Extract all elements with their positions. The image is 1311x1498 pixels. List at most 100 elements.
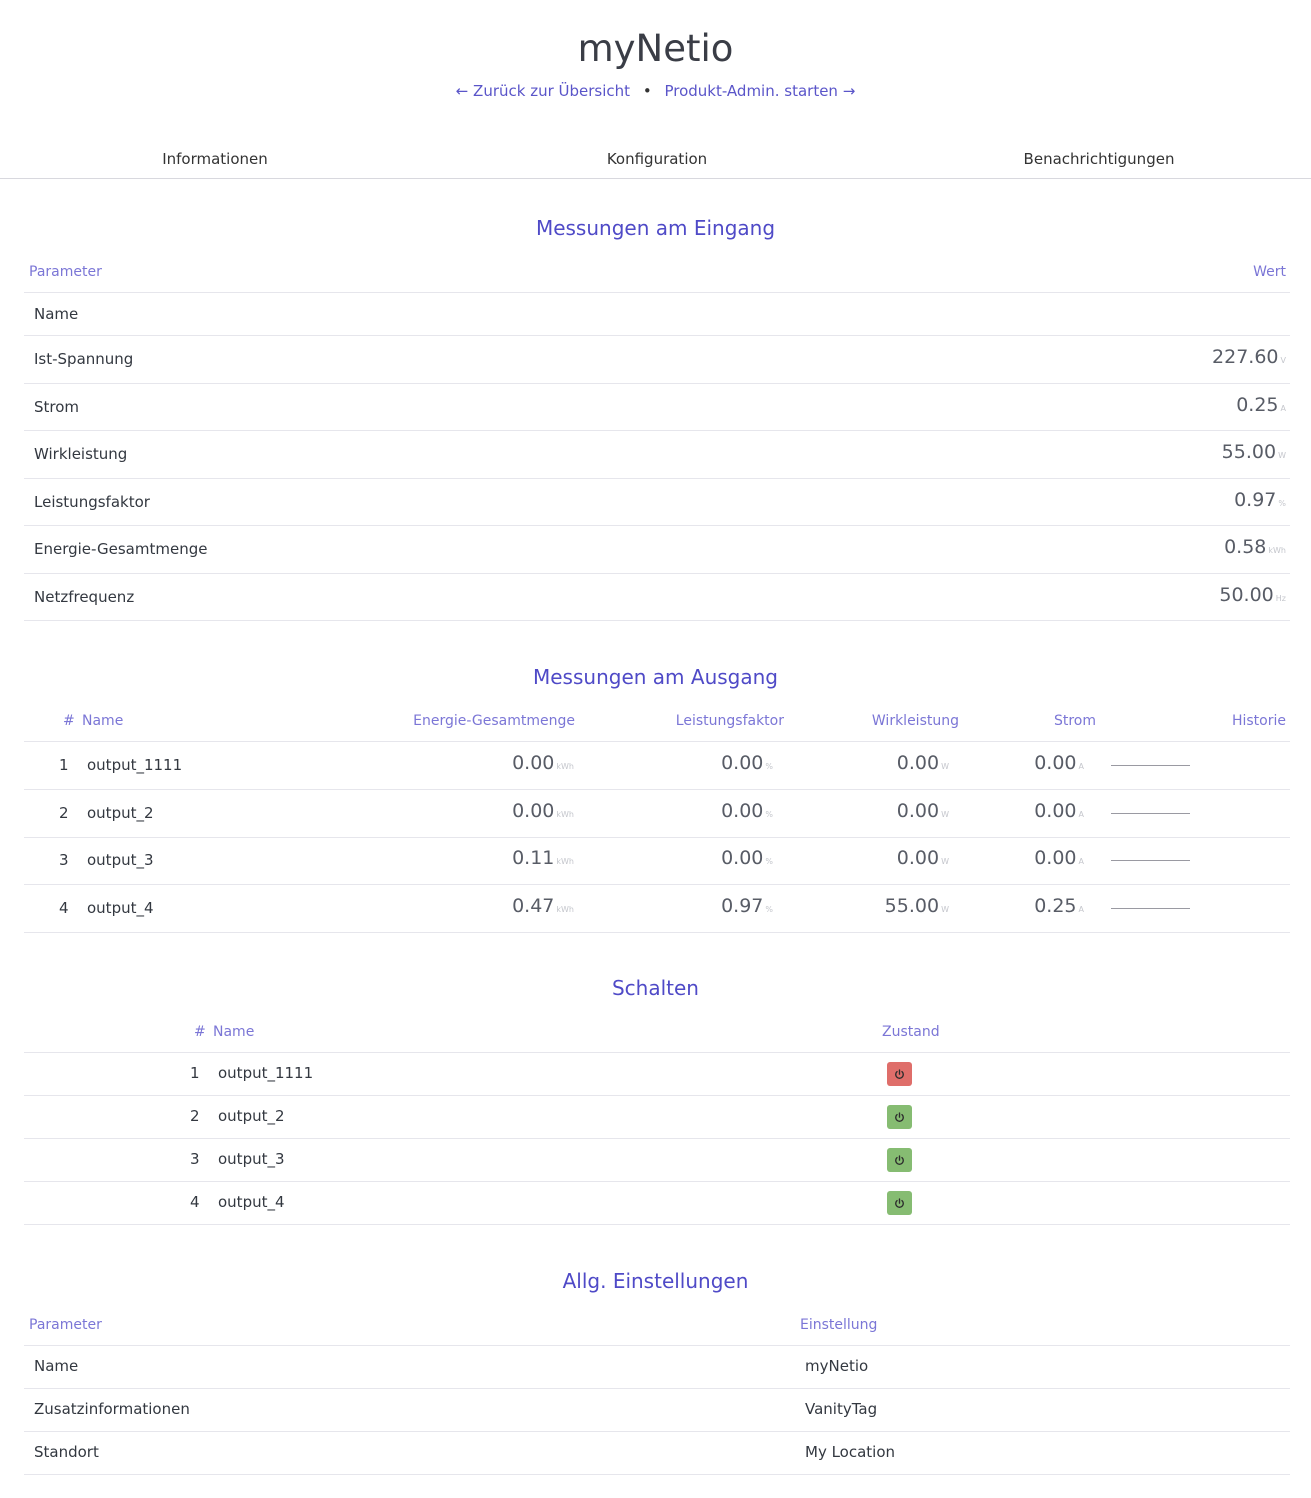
output-number: 3 [59, 850, 69, 869]
value-unit: kWh [556, 904, 574, 914]
output-current-value: 0.25 A [1034, 895, 1084, 917]
value-unit: W [941, 761, 949, 771]
header-links: ← Zurück zur Übersicht • Produkt-Admin. … [0, 82, 1311, 100]
param-label: Strom [34, 397, 80, 416]
page-header: myNetio ← Zurück zur Übersicht • Produkt… [0, 0, 1311, 100]
setting-value: VanityTag [805, 1400, 878, 1418]
param-label: Energie-Gesamtmenge [34, 540, 208, 558]
value-number: 0.97 [1234, 488, 1277, 511]
output-col-name: Name [82, 713, 124, 729]
value-number: 50.00 [1219, 583, 1274, 606]
history-sparkline[interactable] [1111, 859, 1190, 861]
value-number: 0.97 [721, 894, 764, 917]
table-row [24, 1053, 1290, 1096]
switch-section-title: Schalten [611, 976, 699, 1000]
table-row [24, 293, 1290, 336]
table-row [24, 574, 1290, 621]
history-sparkline[interactable] [1111, 907, 1190, 909]
history-sparkline[interactable] [1111, 812, 1190, 814]
table-row [24, 526, 1290, 574]
settings-col-setting: Einstellung [800, 1317, 878, 1333]
output-energy-value: 0.00 kWh [512, 752, 574, 774]
switch-col-state: Zustand [882, 1024, 940, 1040]
value-unit: W [941, 904, 949, 914]
switch-col-num: # [194, 1024, 206, 1040]
output-number: 4 [59, 898, 69, 917]
tab-bar: Informationen Konfiguration Benachrichti… [0, 140, 1311, 179]
setting-value: myNetio [805, 1357, 869, 1375]
table-row [24, 1432, 1290, 1475]
table-row [24, 1346, 1290, 1389]
input-col-parameter: Parameter [29, 264, 102, 280]
back-to-overview-link[interactable]: ← Zurück zur Übersicht [456, 82, 630, 100]
output-power-value: 0.00 W [897, 800, 949, 822]
output-current-value: 0.00 A [1034, 847, 1084, 869]
output-col-history: Historie [1231, 713, 1286, 729]
value-unit: kWh [1268, 546, 1286, 555]
tab-benachrichtigungen[interactable]: Benachrichtigungen [949, 150, 1249, 168]
value-unit: A [1078, 904, 1084, 914]
value-unit: A [1078, 856, 1084, 866]
power-icon [894, 1197, 905, 1209]
value-unit: W [941, 856, 949, 866]
output-pf-value: 0.00% [721, 800, 773, 822]
output-name: output_2 [87, 803, 154, 822]
value-number: 0.00 [1034, 751, 1077, 774]
value-number: 0.00 [896, 751, 940, 774]
output-energy-value: 0.00 kWh [512, 800, 574, 822]
input-section-title: Messungen am Eingang [535, 216, 776, 240]
table-row [24, 790, 1290, 838]
tab-informationen[interactable]: Informationen [65, 150, 365, 168]
output-col-energy: Energie-Gesamtmenge [413, 713, 575, 729]
output-number: 2 [59, 803, 69, 822]
input-col-value: Wert [1253, 264, 1286, 280]
tab-konfiguration[interactable]: Konfiguration [507, 150, 807, 168]
value-number: 0.00 [721, 799, 764, 822]
table-row [24, 837, 1290, 885]
output-number: 1 [59, 755, 69, 774]
table-row [24, 1182, 1290, 1225]
value-number: 0.25 [1236, 393, 1279, 416]
value-number: 0.00 [1034, 846, 1077, 869]
switch-name: output_1111 [218, 1064, 314, 1082]
value-unit: A [1078, 809, 1084, 819]
param-label: Netzfrequenz [34, 587, 135, 606]
setting-label: Zusatzinformationen [34, 1400, 190, 1418]
power-toggle-button[interactable] [887, 1105, 912, 1129]
param-value: 55.00 W [1222, 441, 1286, 463]
settings-section-title: Allg. Einstellungen [562, 1269, 749, 1293]
value-number: 0.25 [1034, 894, 1077, 917]
value-number: 55.00 [884, 894, 940, 917]
value-number: 55.00 [1221, 441, 1277, 463]
value-number: 0.00 [721, 846, 764, 869]
value-unit: % [765, 856, 773, 866]
value-number: 0.00 [721, 751, 764, 774]
param-value: 50.00 Hz [1219, 584, 1286, 606]
value-number: 0.00 [896, 846, 940, 869]
power-toggle-button[interactable] [887, 1062, 912, 1086]
table-row [24, 1389, 1290, 1432]
product-admin-link[interactable]: Produkt-Admin. starten → [664, 82, 855, 100]
value-unit: % [1278, 498, 1286, 508]
output-power-value: 55.00 W [885, 895, 949, 917]
value-unit: % [765, 761, 773, 771]
output-col-power: Wirkleistung [871, 713, 959, 729]
value-unit: W [941, 809, 949, 819]
setting-label: Standort [34, 1443, 99, 1461]
output-section-title: Messungen am Ausgang [533, 665, 778, 689]
output-col-pf: Leistungsfaktor [675, 713, 784, 729]
output-energy-value: 0.47 kWh [512, 895, 574, 917]
link-separator: • [642, 82, 652, 100]
output-current-value: 0.00 A [1034, 800, 1084, 822]
power-toggle-button[interactable] [887, 1148, 912, 1172]
param-value: 0.97% [1234, 489, 1286, 511]
history-sparkline[interactable] [1111, 764, 1190, 766]
output-current-value: 0.00 A [1034, 752, 1084, 774]
value-number: 0.47 [512, 894, 555, 917]
value-number: 0.58 [1224, 536, 1267, 558]
switch-number: 3 [190, 1150, 200, 1168]
switch-name: output_3 [218, 1150, 285, 1168]
power-toggle-button[interactable] [887, 1191, 912, 1215]
table-row [24, 1139, 1290, 1182]
output-pf-value: 0.00% [721, 752, 773, 774]
